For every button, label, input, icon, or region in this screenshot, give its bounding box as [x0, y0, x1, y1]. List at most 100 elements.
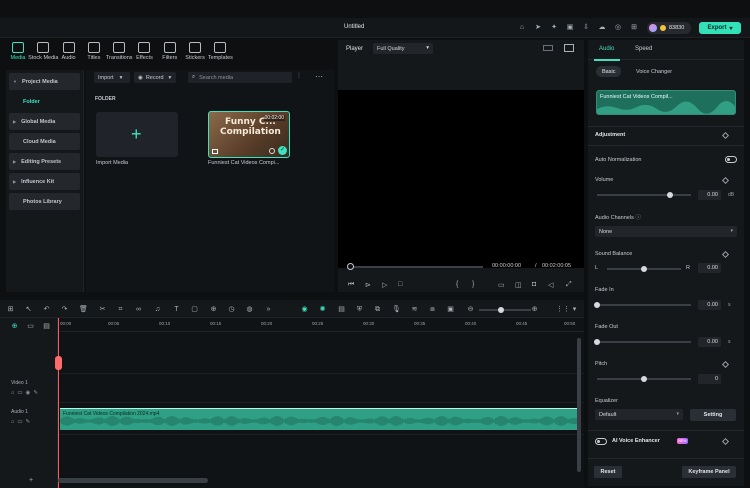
- equalizer-setting-button[interactable]: Setting: [690, 409, 736, 421]
- select-tool-icon[interactable]: ↖: [24, 305, 33, 314]
- track-manager-icon[interactable]: ▭: [26, 322, 35, 331]
- subtab-basic[interactable]: Basic: [596, 66, 622, 77]
- play-icon[interactable]: ▷: [382, 281, 387, 289]
- video-track-controls[interactable]: ⌂▭◉✎: [11, 390, 41, 396]
- sidebar-item-folder[interactable]: Folder: [9, 93, 80, 110]
- split-icon[interactable]: ⧉: [373, 305, 382, 314]
- protect-icon[interactable]: ⛨: [355, 305, 364, 314]
- tool-media[interactable]: Media: [6, 40, 30, 66]
- timeline-vertical-scrollbar[interactable]: [577, 338, 581, 472]
- scrubber-knob[interactable]: [347, 263, 354, 270]
- grid-icon[interactable]: ⊞: [630, 24, 638, 32]
- ai-icon[interactable]: ◍: [245, 305, 254, 314]
- keyframe-panel-button[interactable]: Keyframe Panel: [682, 466, 736, 478]
- tool-titles[interactable]: Titles: [82, 40, 106, 66]
- pitch-knob[interactable]: [641, 375, 647, 382]
- tool-stickers[interactable]: Stickers: [183, 40, 207, 66]
- equalizer-select[interactable]: Default ▾: [595, 409, 683, 420]
- time-ruler[interactable]: 00:00 00:05 00:10 00:15 00:20 00:25 00:3…: [58, 318, 584, 332]
- snap-icon[interactable]: ◉: [300, 305, 309, 314]
- zoom-icon[interactable]: ⊕: [209, 305, 218, 314]
- tab-speed[interactable]: Speed: [635, 46, 652, 52]
- pitch-value[interactable]: 0: [698, 374, 721, 384]
- cut-icon[interactable]: ✂: [98, 305, 107, 314]
- step-back-icon[interactable]: ⏮: [348, 281, 354, 289]
- volume-slider-knob[interactable]: [667, 191, 674, 198]
- tool-stock-media[interactable]: Stock Media: [28, 40, 58, 66]
- tool-templates[interactable]: Templates: [208, 40, 233, 66]
- redo-icon[interactable]: ↷: [60, 305, 69, 314]
- keyframe-icon[interactable]: [721, 131, 730, 140]
- audio-track-controls[interactable]: ⌂▭✎: [11, 419, 33, 425]
- storyboard-icon[interactable]: ▤: [337, 305, 346, 314]
- mark-out-icon[interactable]: }: [472, 281, 474, 288]
- crop-icon[interactable]: ⌗: [116, 305, 125, 314]
- delete-icon[interactable]: 🗑: [79, 305, 88, 314]
- fade-out-slider[interactable]: [594, 338, 691, 345]
- headset-icon[interactable]: ◎: [614, 24, 622, 32]
- timeline-area[interactable]: 00:00 00:05 00:10 00:15 00:20 00:25 00:3…: [55, 318, 584, 488]
- download-icon[interactable]: ⇩: [582, 24, 590, 32]
- import-media-tile[interactable]: +: [96, 112, 178, 157]
- audio-track-clip[interactable]: Funniest Cat Videos Compilation 2024.mp4: [60, 408, 578, 430]
- text-tool-icon[interactable]: T: [172, 305, 181, 314]
- sound-balance-value[interactable]: 0.00: [698, 263, 721, 273]
- magic-icon[interactable]: ✺: [318, 305, 327, 314]
- voiceover-icon[interactable]: ≋: [410, 305, 419, 314]
- speed-icon[interactable]: ◷: [227, 305, 236, 314]
- tool-audio[interactable]: Audio: [57, 40, 81, 66]
- tool-filters[interactable]: Filters: [158, 40, 182, 66]
- player-tab[interactable]: Player: [346, 46, 363, 52]
- audio-channels-select[interactable]: None ▾: [595, 226, 737, 237]
- tool-transitions[interactable]: Transitions: [106, 40, 133, 66]
- stop-icon[interactable]: □: [398, 281, 402, 288]
- search-input[interactable]: ⌕ Search media: [188, 72, 292, 83]
- fade-in-slider[interactable]: [594, 301, 691, 308]
- playhead[interactable]: [55, 318, 62, 488]
- send-icon[interactable]: ➤: [534, 24, 542, 32]
- volume-value[interactable]: 0.00: [698, 190, 721, 200]
- timeline-zoom-knob[interactable]: [498, 306, 504, 313]
- sound-balance-knob[interactable]: [641, 265, 647, 272]
- save-icon[interactable]: ▣: [566, 24, 574, 32]
- keyframe-icon[interactable]: [721, 437, 730, 446]
- sidebar-item-project-media[interactable]: ▼ Project Media: [9, 73, 80, 90]
- reset-button[interactable]: Reset: [594, 466, 622, 478]
- sidebar-item-global-media[interactable]: ▶ Global Media: [9, 113, 80, 130]
- link-icon[interactable]: ∞: [134, 305, 143, 314]
- pitch-slider[interactable]: [597, 375, 691, 382]
- info-icon[interactable]: ⓘ: [635, 215, 641, 221]
- zoom-in-icon[interactable]: ⊕: [530, 305, 539, 314]
- cloud-icon[interactable]: ☁: [598, 24, 606, 32]
- layout-icon[interactable]: [543, 45, 553, 51]
- camera-icon[interactable]: ◫: [515, 281, 522, 289]
- track-link-icon[interactable]: ▤: [42, 322, 51, 331]
- effects-stack-icon[interactable]: ⧈: [428, 305, 437, 314]
- undo-icon[interactable]: ↶: [42, 305, 51, 314]
- volume-slider[interactable]: [597, 191, 691, 198]
- timeline-zoom-slider[interactable]: [479, 306, 531, 313]
- zoom-out-icon[interactable]: ⊖: [466, 305, 475, 314]
- image-icon[interactable]: [564, 44, 574, 52]
- play-frame-icon[interactable]: ⊳: [365, 281, 371, 289]
- fade-out-knob[interactable]: [594, 338, 600, 345]
- more-tools-icon[interactable]: »: [264, 305, 273, 314]
- sidebar-item-influence-kit[interactable]: ▶ Influence Kit: [9, 173, 80, 190]
- sidebar-item-cloud-media[interactable]: Cloud Media: [9, 133, 80, 150]
- volume-icon[interactable]: ◁: [548, 281, 553, 289]
- microphone-icon[interactable]: 🎙: [392, 305, 401, 314]
- snapshot-icon[interactable]: ◘: [532, 281, 536, 288]
- credits-badge[interactable]: 83830: [647, 22, 691, 34]
- quality-dropdown[interactable]: Full Quality ▾: [373, 43, 433, 54]
- fade-out-value[interactable]: 0.00: [698, 337, 721, 347]
- auto-normalization-toggle[interactable]: [725, 156, 737, 163]
- chevron-down-icon[interactable]: ▾: [570, 305, 579, 314]
- rect-icon[interactable]: ▢: [190, 305, 199, 314]
- audio-adjust-icon[interactable]: ♫: [153, 305, 162, 314]
- fade-in-knob[interactable]: [594, 301, 600, 308]
- media-clip-thumbnail[interactable]: Funny C... Compilation 00:02:00 ✓: [208, 111, 290, 158]
- playback-scrubber[interactable]: [347, 263, 483, 270]
- tab-audio[interactable]: Audio: [599, 46, 614, 52]
- record-dropdown[interactable]: ◉ Record ▾: [134, 72, 176, 83]
- gift-icon[interactable]: ⌂: [518, 24, 526, 32]
